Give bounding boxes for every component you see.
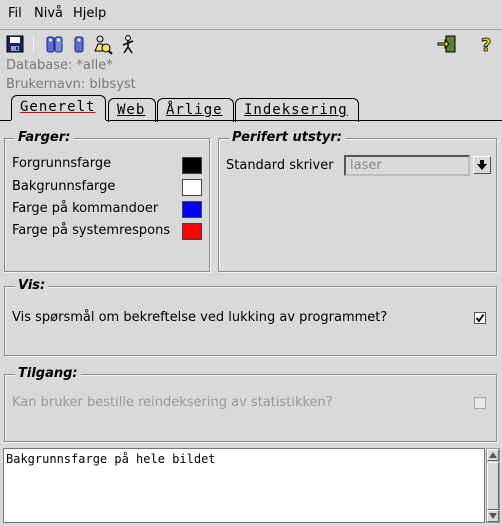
response-color-swatch[interactable] <box>182 223 202 240</box>
menu-help[interactable]: Hjelp <box>73 6 106 21</box>
scrollbar-thumb[interactable] <box>487 462 499 510</box>
colors-group-title: Farger: <box>15 130 74 145</box>
menu-level[interactable]: Nivå <box>34 6 63 21</box>
tab-indeksering[interactable]: Indeksering <box>235 98 359 122</box>
confirm-close-label: Vis spørsmål om bekreftelse ved lukking … <box>12 310 388 325</box>
response-color-label: Farge på systemrespons <box>12 223 171 238</box>
show-group: Vis: Vis spørsmål om bekreftelse ved luk… <box>4 278 497 356</box>
tab-arlige[interactable]: Årlige <box>157 98 234 122</box>
save-icon[interactable] <box>4 33 26 55</box>
background-color-label: Bakgrunnsfarge <box>12 179 116 194</box>
tab-label: Generelt <box>20 99 96 115</box>
svg-text:?: ? <box>481 35 491 54</box>
check-icon <box>475 313 485 323</box>
status-scrollbar[interactable] <box>486 448 500 523</box>
user-icon[interactable] <box>68 33 90 55</box>
peripheral-group-title: Perifert utstyr: <box>229 130 345 145</box>
menu-file[interactable]: Fil <box>8 6 22 21</box>
confirm-close-checkbox[interactable] <box>474 312 486 324</box>
reindex-label: Kan bruker bestille reindeksering av sta… <box>12 395 333 410</box>
status-text-area[interactable]: Bakgrunnsfarge på hele bildet <box>3 448 485 523</box>
scroll-up-icon[interactable] <box>487 449 499 461</box>
command-color-label: Farge på kommandoer <box>12 201 159 216</box>
printer-label: Standard skriver <box>226 158 334 173</box>
menu-bar: Fil Nivå Hjelp <box>0 0 502 30</box>
tab-label: Årlige <box>166 102 223 118</box>
username-info: Brukernavn: bibsyst <box>6 77 136 92</box>
tab-web[interactable]: Web <box>108 98 157 122</box>
toolbar: ? <box>0 31 502 57</box>
peripheral-group: Perifert utstyr: Standard skriver laser <box>218 130 497 272</box>
arrow-down-icon <box>477 160 487 170</box>
scroll-down-icon[interactable] <box>487 510 499 522</box>
access-group-title: Tilgang: <box>15 366 81 381</box>
help-icon[interactable]: ? <box>475 33 497 55</box>
command-color-swatch[interactable] <box>182 201 202 218</box>
user-search-icon[interactable] <box>91 33 113 55</box>
background-color-swatch[interactable] <box>182 179 202 196</box>
reindex-checkbox[interactable] <box>474 397 486 409</box>
foreground-color-label: Forgrunnsfarge <box>12 156 112 171</box>
show-group-title: Vis: <box>15 278 49 293</box>
exit-door-icon[interactable] <box>436 33 458 55</box>
walking-person-icon[interactable] <box>117 33 139 55</box>
printer-field[interactable]: laser <box>344 155 470 176</box>
tab-generelt[interactable]: Generelt <box>11 95 107 122</box>
tab-label: Web <box>117 102 146 118</box>
user-group-icon[interactable] <box>44 33 66 55</box>
foreground-color-swatch[interactable] <box>182 157 202 174</box>
tab-label: Indeksering <box>244 102 348 118</box>
colors-group: Farger: Forgrunnsfarge Bakgrunnsfarge Fa… <box>4 130 210 272</box>
access-group: Tilgang: Kan bruker bestille reindekseri… <box>4 366 497 442</box>
database-info: Database: *alle* <box>6 58 113 73</box>
printer-dropdown-button[interactable] <box>473 156 491 174</box>
